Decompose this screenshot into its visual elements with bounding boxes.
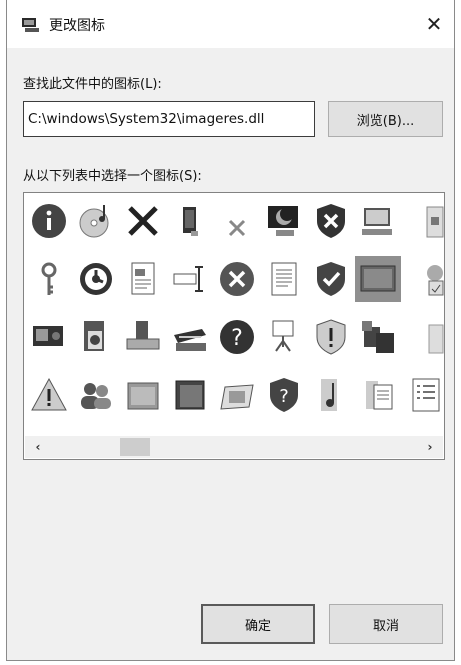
speaker-doc-icon-item[interactable] — [73, 314, 119, 360]
computer-icon-item[interactable] — [355, 198, 401, 244]
music-doc-icon — [321, 379, 337, 411]
programs-icon-item[interactable] — [355, 314, 401, 360]
error-circle-icon-item[interactable] — [214, 256, 260, 302]
help-circle-icon-item[interactable]: ? — [214, 314, 260, 360]
slide-frame-icon-item[interactable] — [214, 372, 260, 418]
dark-panel-icon — [175, 380, 205, 410]
list-doc-icon — [412, 378, 440, 412]
close-button[interactable]: ✕ — [414, 6, 454, 42]
shield-x-icon-item[interactable] — [308, 198, 354, 244]
warning-triangle-icon — [31, 377, 67, 411]
shield-check-icon — [317, 262, 345, 296]
x-mark-icon — [128, 206, 158, 236]
gear-doc-icon — [427, 265, 444, 296]
monitor-moon-icon-item[interactable] — [261, 198, 307, 244]
icon-list-label: 从以下列表中选择一个图标(S): — [23, 169, 202, 184]
clock-dial-icon-item[interactable] — [73, 256, 119, 302]
ibeam-tool-icon-item[interactable] — [167, 256, 213, 302]
music-doc-icon-item[interactable] — [308, 372, 354, 418]
text-document-icon — [271, 262, 297, 296]
browse-button[interactable]: 浏览(B)... — [328, 101, 443, 137]
scanner-icon — [174, 329, 206, 351]
monitor-panel-icon-item[interactable] — [355, 256, 401, 302]
cd-music-icon — [79, 205, 109, 238]
icon-listbox[interactable]: ?? ‹ › — [23, 192, 445, 460]
x-mark-icon-item[interactable] — [120, 198, 166, 244]
small-x-icon — [228, 219, 246, 237]
list-doc-icon-item[interactable] — [402, 372, 444, 418]
small-x-icon-item[interactable] — [214, 198, 260, 244]
chevron-left-icon: ‹ — [35, 440, 41, 454]
document-partial-2-icon-item[interactable] — [402, 314, 444, 360]
icon-file-path-input[interactable] — [23, 101, 315, 137]
dark-panel-icon-item[interactable] — [167, 372, 213, 418]
programs-icon — [362, 321, 394, 353]
speaker-doc-icon — [84, 321, 104, 351]
horizontal-scrollbar[interactable]: ‹ › — [25, 436, 443, 458]
scanner-icon-item[interactable] — [167, 314, 213, 360]
slide-frame-icon — [220, 384, 254, 410]
document-partial-2-icon — [428, 324, 444, 354]
cd-music-icon-item[interactable] — [73, 198, 119, 244]
cancel-button[interactable]: 取消 — [329, 604, 443, 644]
scroll-left-button[interactable]: ‹ — [27, 436, 49, 458]
ok-button[interactable]: 确定 — [201, 604, 315, 644]
key-icon-item[interactable] — [26, 256, 72, 302]
shield-check-icon-item[interactable] — [308, 256, 354, 302]
monitor-moon-icon — [268, 206, 298, 236]
document-image-icon — [131, 262, 155, 295]
scroll-thumb[interactable] — [120, 438, 150, 456]
shield-help-icon-item[interactable]: ? — [261, 372, 307, 418]
title-bar: 更改图标 ✕ — [7, 0, 454, 48]
warning-triangle-icon-item[interactable] — [26, 372, 72, 418]
phone-device-icon — [183, 207, 198, 236]
shield-exclamation-icon-item[interactable] — [308, 314, 354, 360]
phone-device-icon-item[interactable] — [167, 198, 213, 244]
users-icon-item[interactable] — [73, 372, 119, 418]
scroll-right-button[interactable]: › — [419, 436, 441, 458]
shield-help-icon: ? — [270, 378, 298, 412]
document-partial-icon — [426, 206, 444, 238]
video-card-icon-item[interactable] — [26, 314, 72, 360]
info-icon-item[interactable] — [26, 198, 72, 244]
change-icon-dialog: 更改图标 ✕ 查找此文件中的图标(L): 浏览(B)... 从以下列表中选择一个… — [6, 0, 455, 661]
users-icon — [81, 383, 111, 409]
shield-x-icon — [317, 204, 345, 238]
ibeam-tool-icon — [173, 266, 203, 292]
key-icon — [41, 262, 57, 295]
document-image-icon-item[interactable] — [120, 256, 166, 302]
svg-text:?: ? — [231, 326, 243, 351]
text-document-icon-item[interactable] — [261, 256, 307, 302]
chevron-right-icon: › — [427, 440, 433, 454]
doc-sheet-icon-item[interactable] — [355, 372, 401, 418]
drive-install-icon — [126, 321, 160, 350]
search-file-label: 查找此文件中的图标(L): — [23, 77, 162, 92]
presentation-board-icon-item[interactable] — [261, 314, 307, 360]
app-icon — [22, 18, 39, 32]
doc-sheet-icon — [366, 381, 393, 410]
presentation-board-icon — [272, 320, 294, 352]
error-circle-icon — [220, 262, 254, 296]
gear-doc-icon-item[interactable] — [402, 256, 444, 302]
monitor-panel-icon — [360, 265, 396, 292]
info-icon — [32, 204, 66, 238]
clock-dial-icon — [80, 263, 112, 295]
shield-exclamation-icon — [316, 319, 346, 355]
folder-panel-icon-item[interactable] — [120, 372, 166, 418]
drive-install-icon-item[interactable] — [120, 314, 166, 360]
video-card-icon — [33, 326, 63, 346]
folder-panel-icon — [127, 382, 159, 410]
dialog-title: 更改图标 — [49, 18, 105, 34]
document-partial-icon-item[interactable] — [402, 198, 444, 244]
help-circle-icon: ? — [220, 320, 254, 354]
computer-icon — [362, 208, 392, 235]
close-icon: ✕ — [425, 12, 443, 36]
svg-text:?: ? — [279, 386, 289, 407]
